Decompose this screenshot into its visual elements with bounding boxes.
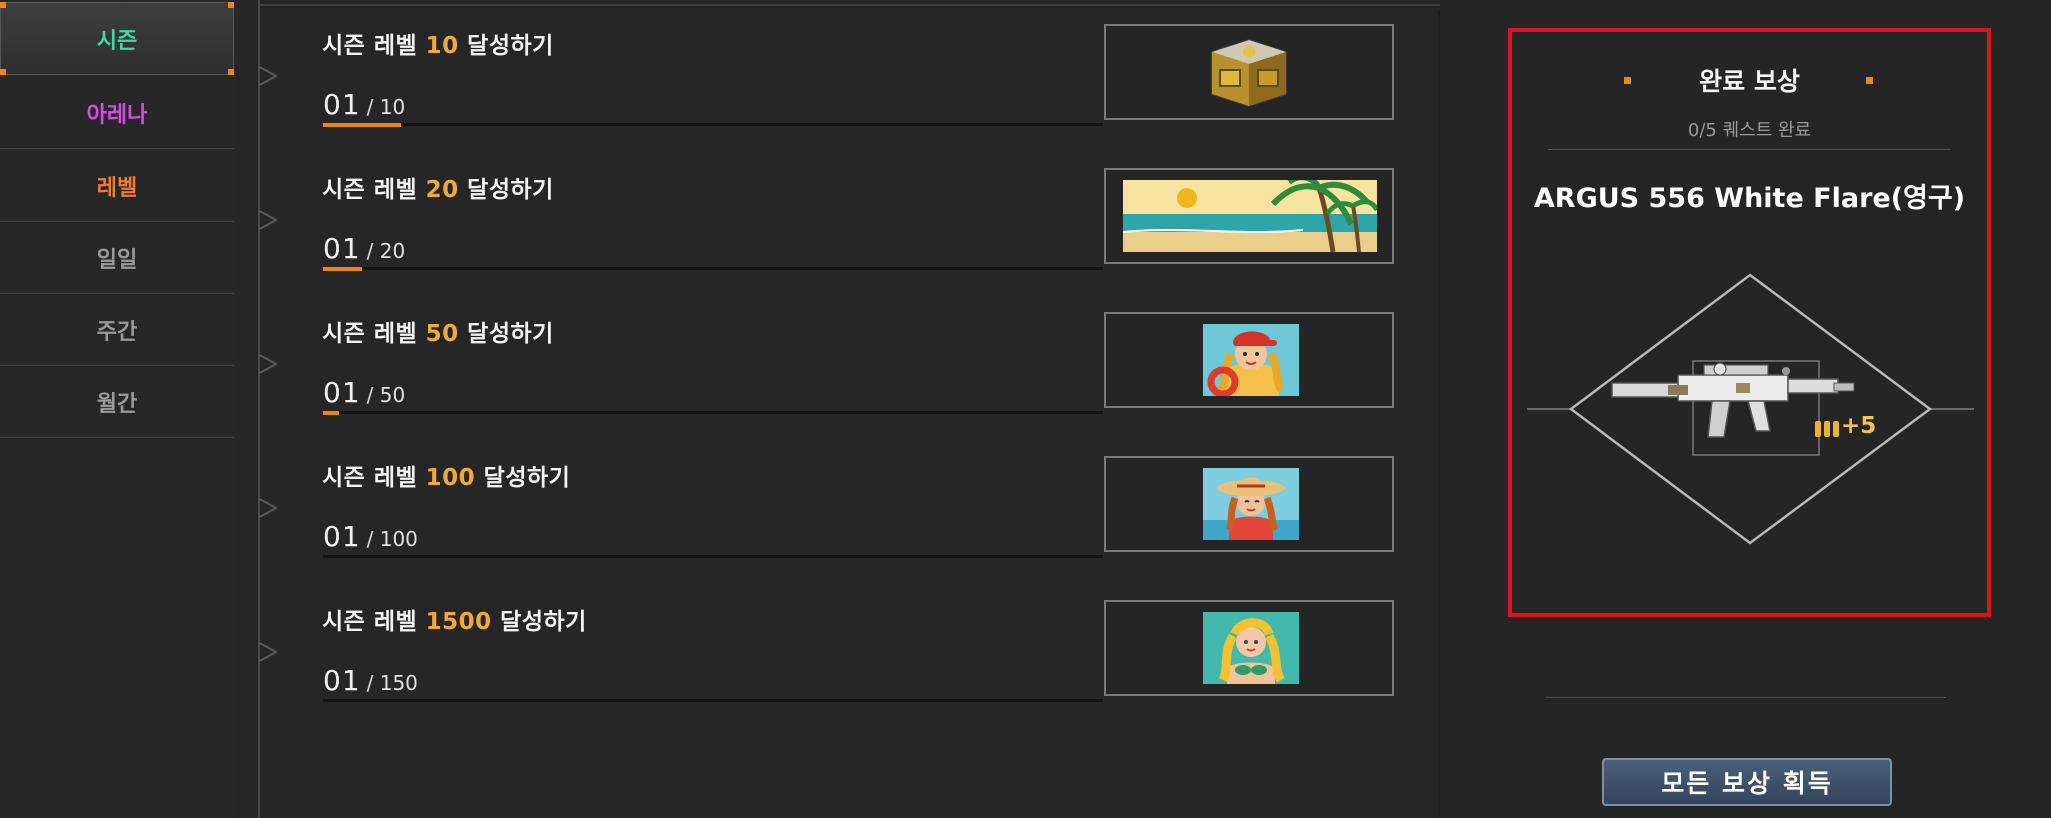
quest-target-number: 20: [425, 177, 459, 203]
quest-title-prefix: 시즌 레벨: [322, 465, 426, 491]
quest-total-value: / 10: [366, 95, 406, 119]
quest-reward-slot[interactable]: [1104, 600, 1394, 696]
quest-target-number: 1500: [425, 609, 492, 635]
quest-current-value: 01: [323, 520, 361, 553]
quest-target-number: 10: [425, 33, 459, 59]
panel-divider: [1545, 697, 1946, 698]
ammo-icon: [1815, 421, 1839, 437]
tab-arena[interactable]: 아레나: [0, 77, 234, 149]
quest-target-number: 50: [425, 321, 459, 347]
quest-item[interactable]: 시즌 레벨 20 달성하기 01/ 20: [320, 168, 1395, 308]
quest-title-suffix: 달성하기: [458, 177, 554, 203]
corner-marker: [228, 69, 234, 75]
quest-progress-bar: [323, 699, 1103, 702]
quest-title-prefix: 시즌 레벨: [322, 33, 426, 59]
category-sidebar: 시즌 아레나 레벨 일일 주간 월간: [0, 0, 236, 818]
quest-item[interactable]: 시즌 레벨 100 달성하기 01/ 100: [320, 456, 1395, 596]
quest-item[interactable]: 시즌 레벨 1500 달성하기 01/ 150: [320, 600, 1395, 740]
reward-divider: [1548, 149, 1951, 150]
spine-notch: [258, 210, 278, 230]
tab-level-label: 레벨: [96, 175, 138, 201]
completion-reward-card: 완료 보상 0/5 퀘스트 완료 ARGUS 556 White Flare(영…: [1508, 28, 1991, 617]
sunhat-girl-icon: [1203, 468, 1299, 540]
quest-current-value: 01: [323, 376, 361, 409]
tab-weekly-label: 주간: [96, 319, 138, 345]
quest-title-prefix: 시즌 레벨: [322, 177, 426, 203]
tab-daily[interactable]: 일일: [0, 222, 234, 294]
quest-progress-text: 01/ 50: [323, 376, 405, 409]
quest-progress-text: 01/ 100: [323, 520, 418, 553]
spine-notch: [258, 66, 278, 86]
quest-current-value: 01: [323, 664, 361, 697]
quest-title: 시즌 레벨 50 달성하기: [322, 314, 554, 348]
quest-progress-fill: [323, 411, 339, 415]
quest-reward-slot[interactable]: [1104, 456, 1394, 552]
beach-banner-icon: [1123, 180, 1377, 252]
quest-current-value: 01: [323, 232, 361, 265]
ammo-bonus: +5: [1841, 413, 1877, 439]
quest-progress-bar: [323, 267, 1103, 271]
quest-total-value: / 100: [366, 527, 418, 551]
corner-marker: [0, 2, 6, 8]
quest-spine: [258, 0, 260, 818]
tab-weekly[interactable]: 주간: [0, 294, 234, 366]
quest-progress-text: 01/ 10: [323, 88, 405, 121]
tab-daily-label: 일일: [96, 247, 138, 273]
quest-title: 시즌 레벨 10 달성하기: [322, 26, 554, 60]
claim-all-rewards-button[interactable]: 모든 보상 획득: [1602, 758, 1892, 806]
quest-title-suffix: 달성하기: [475, 465, 571, 491]
tab-level[interactable]: 레벨: [0, 150, 234, 222]
quest-title-prefix: 시즌 레벨: [322, 321, 426, 347]
corner-marker: [0, 69, 6, 75]
quest-target-number: 100: [425, 465, 476, 491]
quest-title: 시즌 레벨 100 달성하기: [322, 458, 570, 492]
quest-progress-bar: [323, 123, 1103, 127]
reward-item-name: ARGUS 556 White Flare(영구): [1533, 183, 1966, 214]
quest-title-suffix: 달성하기: [458, 321, 554, 347]
quest-title: 시즌 레벨 20 달성하기: [322, 170, 554, 204]
quest-progress-bar: [323, 411, 1103, 415]
spine-notch: [258, 354, 278, 374]
quest-item[interactable]: 시즌 레벨 10 달성하기 01/ 10: [320, 24, 1395, 164]
quest-title-prefix: 시즌 레벨: [322, 609, 426, 635]
tab-season-label: 시즌: [96, 28, 138, 54]
quest-reward-slot[interactable]: [1104, 168, 1394, 264]
quest-current-value: 01: [323, 88, 361, 121]
quest-progress-fill: [323, 123, 401, 127]
tab-arena-label: 아레나: [86, 102, 148, 128]
quest-progress-text: 01/ 20: [323, 232, 405, 265]
corner-marker: [228, 2, 234, 8]
spine-notch: [258, 642, 278, 662]
quest-reward-slot[interactable]: [1104, 24, 1394, 120]
golden-crate-icon: [1211, 38, 1287, 108]
quest-title-suffix: 달성하기: [458, 33, 554, 59]
quest-total-value: / 20: [366, 239, 406, 263]
quest-title: 시즌 레벨 1500 달성하기: [322, 602, 587, 636]
tab-monthly[interactable]: 월간: [0, 366, 234, 438]
mermaid-icon: [1203, 612, 1299, 684]
tab-monthly-label: 월간: [96, 391, 138, 417]
quest-reward-slot[interactable]: [1104, 312, 1394, 408]
quest-item[interactable]: 시즌 레벨 50 달성하기 01/ 50: [320, 312, 1395, 452]
lifeguard-girl-icon: [1203, 324, 1299, 396]
quest-title-suffix: 달성하기: [491, 609, 587, 635]
quest-total-value: / 150: [366, 671, 418, 695]
reward-title: 완료 보상: [1699, 67, 1800, 96]
quest-progress-fill: [323, 267, 362, 271]
quest-progress-bar: [323, 555, 1103, 558]
quest-total-value: / 50: [366, 383, 406, 407]
reward-progress-text: 0/5 퀘스트 완료: [1687, 120, 1812, 141]
tab-season[interactable]: 시즌: [0, 2, 234, 75]
quest-progress-text: 01/ 150: [323, 664, 418, 697]
spine-notch: [258, 498, 278, 518]
